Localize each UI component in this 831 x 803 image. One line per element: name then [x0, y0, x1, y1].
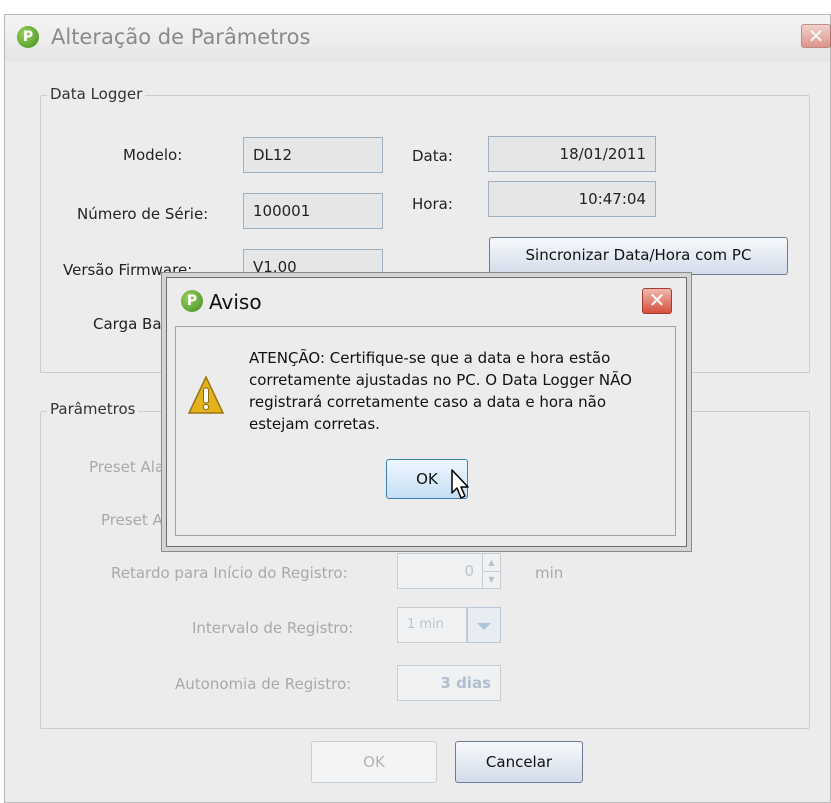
retardo-unit: min — [535, 564, 564, 582]
app-logo-icon: P — [17, 26, 39, 48]
data-label: Data: — [412, 147, 453, 165]
window-title: Alteração de Parâmetros — [51, 25, 311, 49]
data-logger-group-title: Data Logger — [47, 85, 146, 103]
cancel-button[interactable]: Cancelar — [455, 741, 583, 783]
warning-icon — [187, 375, 225, 414]
intervalo-label: Intervalo de Registro: — [192, 619, 354, 637]
app-logo-icon: P — [181, 290, 203, 312]
modelo-field: DL12 — [243, 137, 383, 173]
warning-message-line-2: corretamente ajustadas no PC. O Data Log… — [249, 371, 632, 389]
autonomia-label: Autonomia de Registro: — [175, 675, 352, 693]
carga-label: Carga Ba — [93, 315, 162, 333]
mouse-cursor-icon — [451, 469, 469, 499]
aviso-dialog: P Aviso ✕ ATENÇÃO: Certifique-se que a d… — [166, 277, 687, 547]
dialog-body: ATENÇÃO: Certifique-se que a data e hora… — [175, 326, 676, 536]
preset-alarme-1-label: Preset Ala — [89, 458, 165, 476]
warning-message-line-1: ATENÇÃO: Certifique-se que a data e hora… — [249, 349, 611, 367]
warning-message-line-4: estejam corretas. — [249, 415, 380, 433]
serie-field: 100001 — [243, 193, 383, 229]
dialog-close-button[interactable]: ✕ — [642, 288, 672, 314]
serie-label: Número de Série: — [77, 205, 209, 223]
retardo-label: Retardo para Início do Registro: — [111, 564, 348, 582]
intervalo-combo[interactable]: 1 min — [397, 607, 467, 643]
preset-alarme-2-label: Preset A — [101, 511, 163, 529]
retardo-spinner-buttons[interactable]: ▲ ▼ — [482, 554, 500, 588]
autonomia-field: 3 dias — [397, 665, 501, 701]
main-titlebar[interactable]: P Alteração de Parâmetros ✕ — [5, 15, 831, 61]
spinner-down-icon[interactable]: ▼ — [483, 572, 500, 588]
dialog-title: Aviso — [209, 290, 262, 314]
hora-field: 10:47:04 — [488, 181, 656, 217]
window-close-button[interactable]: ✕ — [801, 24, 831, 48]
chevron-down-icon[interactable] — [467, 607, 501, 643]
warning-message-line-3: registrará corretamente caso a data e ho… — [249, 393, 607, 411]
spinner-up-icon[interactable]: ▲ — [483, 554, 500, 572]
ok-button[interactable]: OK — [311, 741, 437, 783]
parametros-group-title: Parâmetros — [47, 400, 139, 418]
hora-label: Hora: — [412, 195, 453, 213]
modelo-label: Modelo: — [123, 146, 183, 164]
data-field: 18/01/2011 — [488, 136, 656, 172]
sync-datetime-button[interactable]: Sincronizar Data/Hora com PC — [489, 237, 788, 275]
